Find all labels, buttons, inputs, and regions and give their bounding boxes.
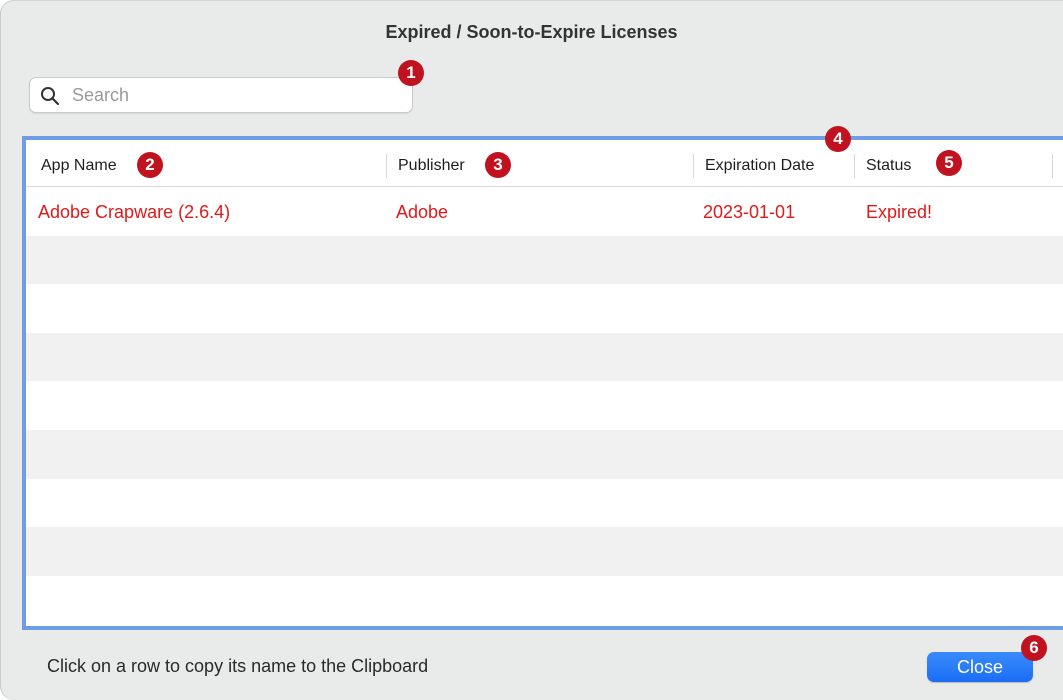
- close-button[interactable]: Close: [927, 652, 1033, 682]
- empty-row: [26, 284, 1063, 333]
- cell-publisher: Adobe: [396, 202, 449, 222]
- search-icon: [41, 87, 60, 106]
- empty-row: [26, 479, 1063, 528]
- annotation-badge-4: 4: [825, 126, 851, 152]
- column-divider[interactable]: [693, 154, 694, 178]
- column-divider[interactable]: [386, 154, 387, 178]
- cell-status: Expired!: [866, 202, 933, 222]
- annotation-badge-6: 6: [1021, 635, 1047, 661]
- window-title: Expired / Soon-to-Expire Licenses: [385, 22, 678, 42]
- column-header-expiration-date[interactable]: Expiration Date: [705, 140, 814, 187]
- cell-app-name: Adobe Crapware (2.6.4): [38, 202, 231, 222]
- annotation-badge-5: 5: [936, 150, 962, 176]
- empty-row: [26, 235, 1063, 285]
- table-header: App Name Publisher Expiration Date Statu…: [26, 140, 1063, 187]
- search-input[interactable]: [72, 82, 402, 108]
- table-row[interactable]: Adobe Crapware (2.6.4) Adobe 2023-01-01 …: [26, 187, 1063, 236]
- column-header-publisher[interactable]: Publisher: [398, 140, 465, 187]
- license-window: Expired / Soon-to-Expire Licenses 1 App …: [0, 0, 1063, 700]
- cell-expiration-date: 2023-01-01: [703, 202, 796, 222]
- empty-row: [26, 381, 1063, 430]
- column-divider[interactable]: [1052, 154, 1053, 178]
- empty-row: [26, 332, 1063, 382]
- table-body: Adobe Crapware (2.6.4) Adobe 2023-01-01 …: [26, 187, 1063, 624]
- footer-hint: Click on a row to copy its name to the C…: [47, 656, 429, 676]
- column-divider[interactable]: [854, 154, 855, 178]
- search-field[interactable]: [29, 77, 413, 113]
- column-header-app-name[interactable]: App Name: [41, 140, 117, 187]
- column-header-status[interactable]: Status: [866, 140, 911, 187]
- empty-row: [26, 527, 1063, 576]
- annotation-badge-1: 1: [398, 60, 424, 86]
- annotation-badge-3: 3: [485, 152, 511, 178]
- annotation-badge-2: 2: [137, 152, 163, 178]
- empty-row: [26, 429, 1063, 479]
- license-table[interactable]: App Name Publisher Expiration Date Statu…: [22, 126, 1063, 630]
- empty-row: [26, 576, 1063, 625]
